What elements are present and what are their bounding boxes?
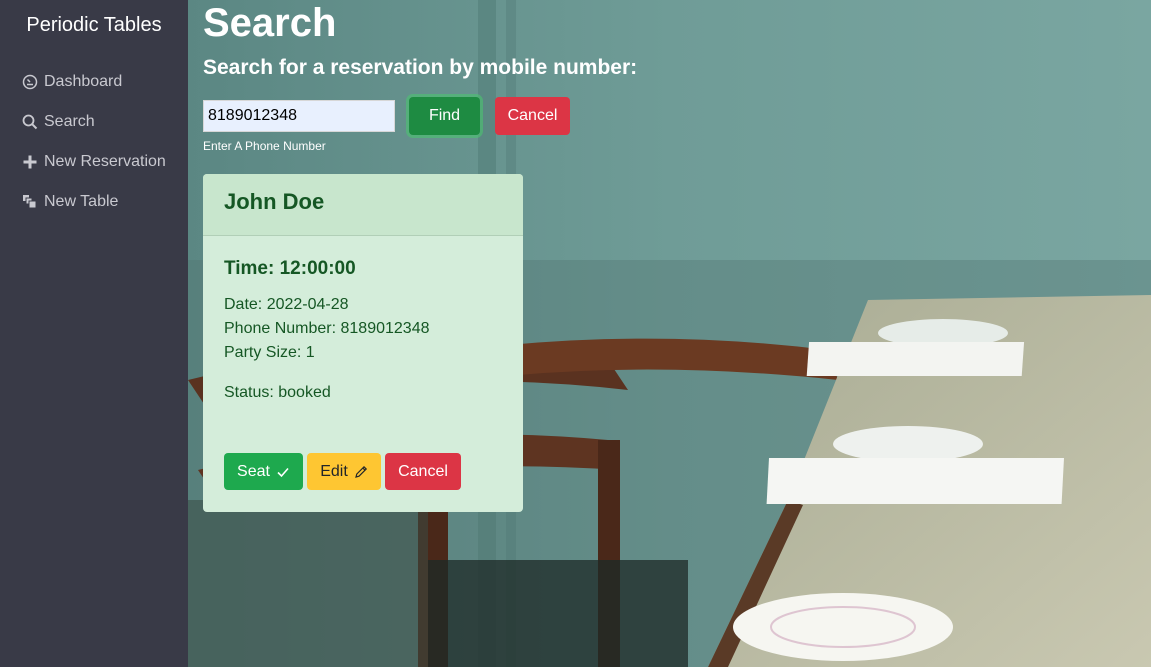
pencil-icon — [354, 465, 368, 479]
seat-button[interactable]: Seat — [224, 453, 303, 490]
reservation-name: John Doe — [203, 174, 523, 236]
app-root: Periodic Tables Dashboard Search New Res… — [0, 0, 1151, 667]
reservation-details: Time: 12:00:00 Date: 2022-04-28 Phone Nu… — [203, 236, 523, 405]
edit-button-label: Edit — [320, 462, 348, 480]
sidebar-item-label: Search — [44, 113, 95, 130]
reservation-card: John Doe Time: 12:00:00 Date: 2022-04-28… — [203, 174, 523, 512]
sidebar-nav: Dashboard Search New Reservation New Tab… — [0, 62, 188, 222]
search-page: Search Search for a reservation by mobil… — [188, 0, 1151, 512]
find-button[interactable]: Find — [409, 97, 480, 135]
reservation-status: Status: booked — [224, 384, 331, 401]
edit-button[interactable]: Edit — [307, 453, 381, 490]
search-form: Find Cancel — [203, 97, 1151, 135]
sidebar-item-label: New Reservation — [44, 153, 166, 170]
sidebar-item-label: New Table — [44, 193, 119, 210]
dashboard-icon — [22, 74, 38, 90]
sidebar-item-dashboard[interactable]: Dashboard — [0, 62, 188, 102]
brand-title[interactable]: Periodic Tables — [0, 0, 188, 50]
input-help-text: Enter A Phone Number — [203, 139, 326, 153]
cancel-search-button[interactable]: Cancel — [495, 97, 570, 135]
reservation-phone: Phone Number: 8189012348 — [224, 320, 430, 337]
reservation-party-size: Party Size: 1 — [224, 344, 315, 361]
mobile-number-input[interactable] — [203, 100, 395, 132]
search-icon — [22, 114, 38, 130]
reservation-info: Date: 2022-04-28 Phone Number: 818901234… — [224, 293, 502, 365]
page-subtitle: Search for a reservation by mobile numbe… — [203, 56, 638, 79]
sidebar-item-new-table[interactable]: New Table — [0, 182, 188, 222]
sidebar-item-new-reservation[interactable]: New Reservation — [0, 142, 188, 182]
main-content: Search Search for a reservation by mobil… — [188, 0, 1151, 667]
reservation-date: Date: 2022-04-28 — [224, 296, 349, 313]
plus-icon — [22, 154, 38, 170]
page-title: Search — [203, 1, 337, 45]
reservation-time: Time: 12:00:00 — [224, 258, 356, 279]
sidebar-item-search[interactable]: Search — [0, 102, 188, 142]
layers-icon — [22, 194, 38, 210]
cancel-reservation-button[interactable]: Cancel — [385, 453, 461, 490]
sidebar: Periodic Tables Dashboard Search New Res… — [0, 0, 188, 667]
reservation-actions: Seat Edit Cancel — [224, 453, 461, 490]
seat-button-label: Seat — [237, 462, 270, 480]
checkmark-icon — [276, 465, 290, 479]
sidebar-item-label: Dashboard — [44, 73, 123, 90]
